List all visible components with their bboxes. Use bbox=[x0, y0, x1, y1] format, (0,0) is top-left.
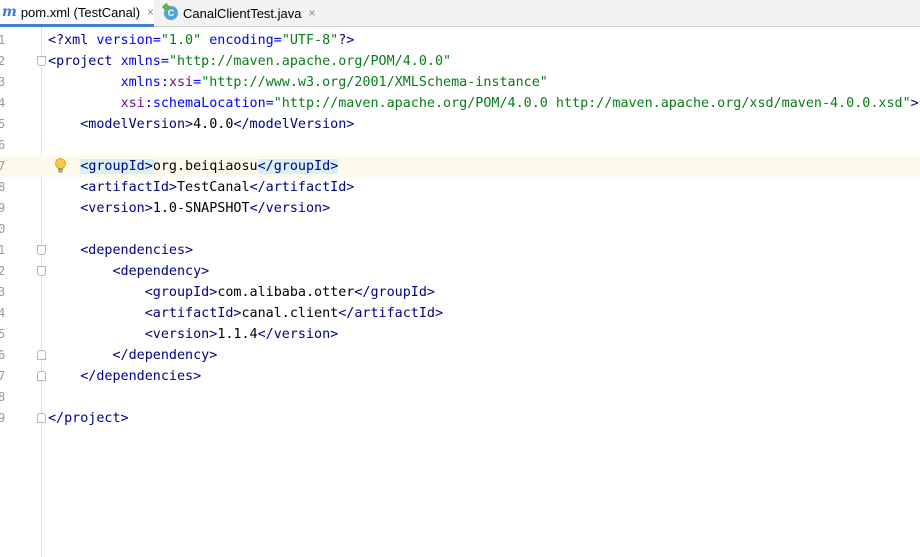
line-number: 1 bbox=[0, 33, 6, 47]
line-number: 7 bbox=[0, 159, 6, 173]
code-line: 5 <version>1.1.4</version> bbox=[0, 324, 920, 345]
tab-label: CanalClientTest.java bbox=[183, 5, 302, 21]
tab-label: pom.xml (TestCanal) bbox=[20, 4, 141, 20]
code-line: 1 <dependencies> bbox=[0, 240, 920, 261]
code-line: 8 <artifactId>TestCanal</artifactId> bbox=[0, 177, 920, 198]
line-number: 2 bbox=[0, 264, 6, 278]
code-line: 1 <?xml version="1.0" encoding="UTF-8"?> bbox=[0, 30, 920, 51]
fold-end-icon[interactable] bbox=[37, 413, 46, 423]
code-editor[interactable]: 1 <?xml version="1.0" encoding="UTF-8"?>… bbox=[0, 27, 920, 557]
code-line: 4 <artifactId>canal.client</artifactId> bbox=[0, 303, 920, 324]
close-icon[interactable]: × bbox=[147, 5, 154, 19]
line-number: 4 bbox=[0, 306, 6, 320]
code-line: 9 <version>1.0-SNAPSHOT</version> bbox=[0, 198, 920, 219]
line-number: 9 bbox=[0, 201, 6, 215]
code-line: 3 <groupId>com.alibaba.otter</groupId> bbox=[0, 282, 920, 303]
line-number: 0 bbox=[0, 222, 6, 236]
fold-toggle-icon[interactable] bbox=[37, 245, 46, 255]
java-class-icon: C bbox=[161, 2, 178, 20]
code-line: 7 </dependencies> bbox=[0, 366, 920, 387]
code-line: 3 xmlns:xsi="http://www.w3.org/2001/XMLS… bbox=[0, 72, 920, 93]
current-code-line: 7 <groupId>org.beiqiaosu</groupId> bbox=[0, 156, 920, 177]
close-icon[interactable]: × bbox=[309, 6, 316, 20]
line-number: 5 bbox=[0, 327, 6, 341]
line-number: 5 bbox=[0, 117, 6, 131]
line-number: 7 bbox=[0, 369, 6, 383]
code-line: 2 <project xmlns="http://maven.apache.or… bbox=[0, 51, 920, 72]
maven-icon: m bbox=[2, 4, 17, 20]
code-line: 5 <modelVersion>4.0.0</modelVersion> bbox=[0, 114, 920, 135]
code-line: 9 </project> bbox=[0, 408, 920, 429]
code-line: 2 <dependency> bbox=[0, 261, 920, 282]
line-number: 6 bbox=[0, 348, 6, 362]
tab-canal-client-test[interactable]: C CanalClientTest.java × bbox=[155, 0, 325, 26]
fold-end-icon[interactable] bbox=[37, 350, 46, 360]
fold-end-icon[interactable] bbox=[37, 371, 46, 381]
code-line: 8 bbox=[0, 387, 920, 408]
line-number: 8 bbox=[0, 180, 6, 194]
editor-tab-bar: m pom.xml (TestCanal) × C CanalClientTes… bbox=[0, 0, 920, 27]
line-number: 3 bbox=[0, 75, 6, 89]
code-line: 4 xsi:schemaLocation="http://maven.apach… bbox=[0, 93, 920, 114]
fold-toggle-icon[interactable] bbox=[37, 266, 46, 276]
code-line: 6 bbox=[0, 135, 920, 156]
line-number: 9 bbox=[0, 411, 6, 425]
tab-pom-xml[interactable]: m pom.xml (TestCanal) × bbox=[0, 0, 154, 27]
fold-toggle-icon[interactable] bbox=[37, 56, 46, 66]
code-line: 0 bbox=[0, 219, 920, 240]
line-number: 6 bbox=[0, 138, 6, 152]
line-number: 1 bbox=[0, 243, 6, 257]
code-line: 6 </dependency> bbox=[0, 345, 920, 366]
line-number: 4 bbox=[0, 96, 6, 110]
line-number: 2 bbox=[0, 54, 6, 68]
line-number: 8 bbox=[0, 390, 6, 404]
line-number: 3 bbox=[0, 285, 6, 299]
